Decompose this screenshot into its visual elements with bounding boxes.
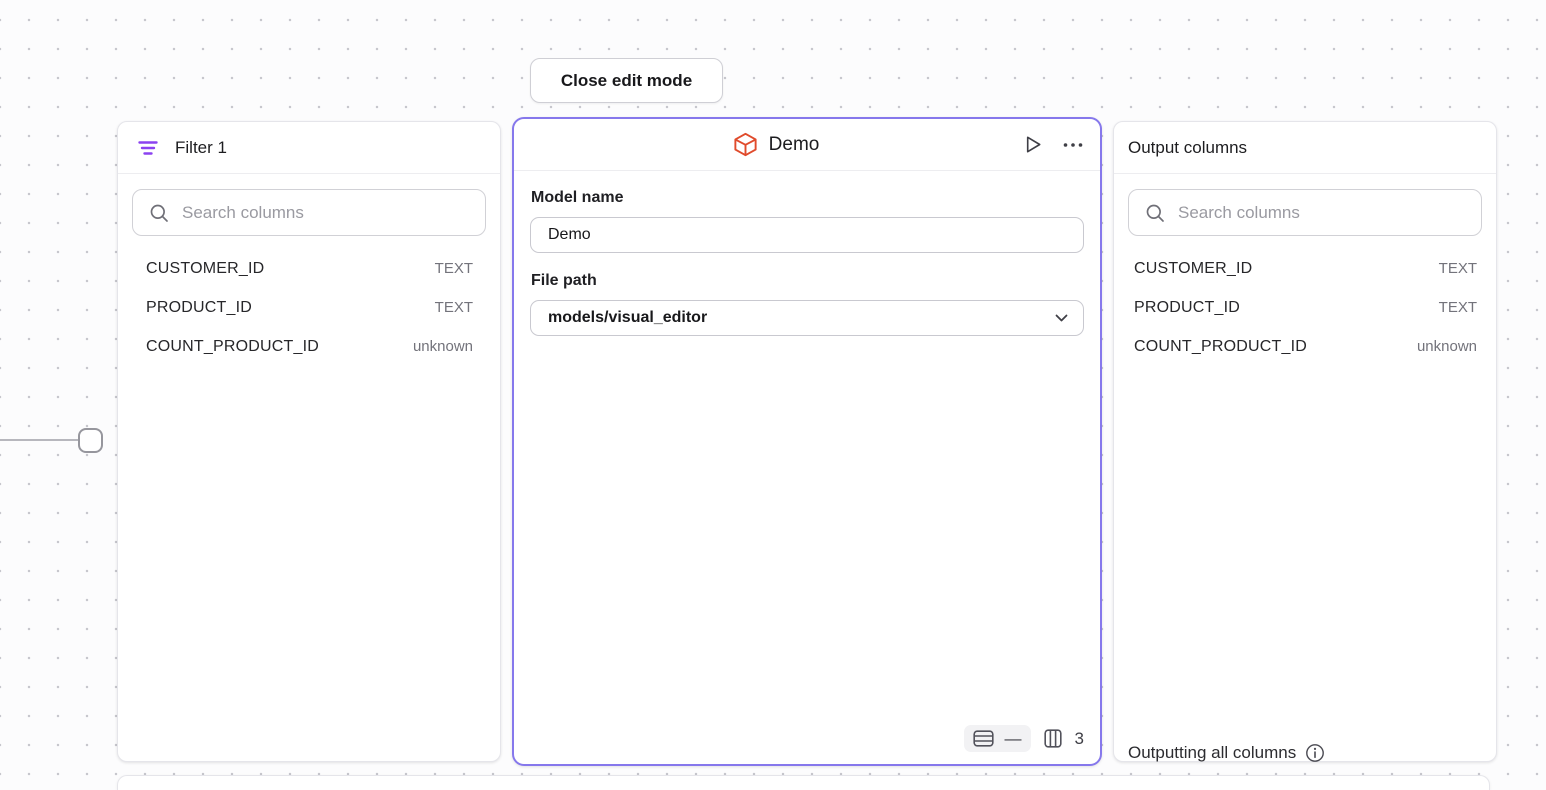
column-row[interactable]: CUSTOMER_ID TEXT — [118, 249, 500, 288]
model-title-group: Demo — [530, 131, 1021, 158]
edge-connector-line — [0, 439, 78, 441]
filter-panel-header[interactable]: Filter 1 — [118, 122, 500, 174]
filter-node-panel[interactable]: Filter 1 CUSTOMER_ID TEXT PRODUCT_ID TEX… — [117, 121, 501, 762]
column-row[interactable]: PRODUCT_ID TEXT — [118, 288, 500, 327]
file-path-select[interactable]: models/visual_editor — [530, 300, 1084, 336]
column-name: COUNT_PRODUCT_ID — [146, 338, 319, 356]
column-name: CUSTOMER_ID — [146, 260, 264, 278]
column-type: unknown — [1417, 338, 1477, 355]
output-panel-header: Output columns — [1114, 122, 1496, 174]
output-footer: Outputting all columns — [1128, 743, 1325, 763]
model-node-panel-selected[interactable]: Demo Model name File path models — [512, 117, 1102, 766]
play-icon[interactable] — [1021, 133, 1044, 156]
model-stats-bar: — 3 — [964, 725, 1084, 752]
edge-connector-handle[interactable] — [78, 428, 103, 453]
model-panel-body: Model name File path models/visual_edito… — [514, 171, 1100, 764]
chevron-down-icon — [1054, 313, 1069, 323]
output-panel-title: Output columns — [1128, 138, 1247, 158]
output-search-input[interactable] — [1178, 203, 1465, 223]
filter-panel-title: Filter 1 — [175, 138, 227, 158]
column-name: CUSTOMER_ID — [1134, 260, 1252, 278]
row-count-group[interactable]: — — [964, 725, 1031, 752]
partial-node-panel[interactable] — [117, 775, 1490, 790]
column-type: TEXT — [1439, 260, 1477, 277]
filter-panel-body: CUSTOMER_ID TEXT PRODUCT_ID TEXT COUNT_P… — [118, 189, 500, 776]
close-edit-mode-button[interactable]: Close edit mode — [530, 58, 723, 103]
search-icon — [1145, 203, 1165, 223]
output-columns-panel[interactable]: Output columns CUSTOMER_ID TEXT PRODUCT_… — [1113, 121, 1497, 762]
filter-search-input[interactable] — [182, 203, 469, 223]
output-search-box[interactable] — [1128, 189, 1482, 236]
search-icon — [149, 203, 169, 223]
column-row[interactable]: COUNT_PRODUCT_ID unknown — [1114, 327, 1496, 366]
model-header-actions — [1021, 133, 1084, 156]
ellipsis-menu-icon[interactable] — [1062, 142, 1084, 148]
column-name: COUNT_PRODUCT_ID — [1134, 338, 1307, 356]
row-count-value: — — [1005, 730, 1022, 747]
column-name: PRODUCT_ID — [1134, 299, 1240, 317]
output-column-list: CUSTOMER_ID TEXT PRODUCT_ID TEXT COUNT_P… — [1114, 249, 1496, 366]
column-row[interactable]: COUNT_PRODUCT_ID unknown — [118, 327, 500, 366]
model-panel-title: Demo — [769, 134, 820, 156]
table-columns-icon — [1044, 729, 1062, 748]
model-name-input[interactable] — [530, 217, 1084, 253]
cube-icon — [732, 131, 759, 158]
column-type: TEXT — [1439, 299, 1477, 316]
file-path-label: File path — [531, 272, 1084, 290]
column-type: TEXT — [435, 260, 473, 277]
file-path-value: models/visual_editor — [548, 309, 707, 327]
output-footer-text: Outputting all columns — [1128, 743, 1296, 763]
column-name: PRODUCT_ID — [146, 299, 252, 317]
table-rows-icon — [973, 730, 994, 747]
column-row[interactable]: PRODUCT_ID TEXT — [1114, 288, 1496, 327]
filter-lines-icon — [138, 139, 158, 157]
column-type: unknown — [413, 338, 473, 355]
output-panel-body: CUSTOMER_ID TEXT PRODUCT_ID TEXT COUNT_P… — [1114, 189, 1496, 776]
column-type: TEXT — [435, 299, 473, 316]
model-panel-header[interactable]: Demo — [514, 119, 1100, 171]
filter-column-list: CUSTOMER_ID TEXT PRODUCT_ID TEXT COUNT_P… — [118, 249, 500, 366]
column-count-value: 3 — [1075, 729, 1084, 749]
info-icon[interactable] — [1305, 743, 1325, 763]
column-row[interactable]: CUSTOMER_ID TEXT — [1114, 249, 1496, 288]
filter-search-box[interactable] — [132, 189, 486, 236]
model-name-label: Model name — [531, 189, 1084, 207]
